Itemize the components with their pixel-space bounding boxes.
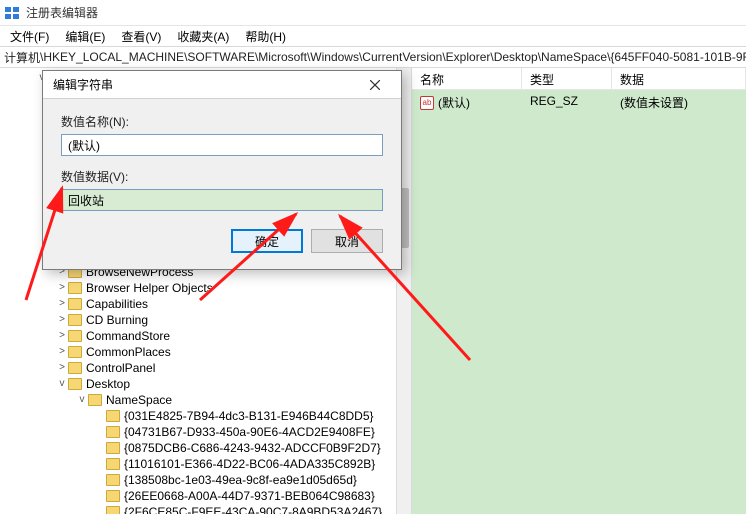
dialog-titlebar[interactable]: 编辑字符串 xyxy=(43,71,401,99)
app-icon xyxy=(4,5,20,21)
name-input[interactable] xyxy=(61,134,383,156)
value-name: (默认) xyxy=(438,94,470,111)
menu-edit[interactable]: 编辑(E) xyxy=(59,26,111,47)
twisty-icon[interactable]: > xyxy=(56,344,68,360)
tree-item[interactable]: v NameSpace xyxy=(0,392,396,408)
folder-icon xyxy=(88,394,102,406)
tree-item-label: {04731B67-D933-450a-90E6-4ACD2E9408FE} xyxy=(124,424,375,440)
cell-name: ab (默认) xyxy=(412,92,522,113)
col-name-header[interactable]: 名称 xyxy=(412,68,522,89)
tree-item[interactable]: > CD Burning xyxy=(0,312,396,328)
ok-button[interactable]: 确定 xyxy=(231,229,303,253)
tree-item-label: {11016101-E366-4D22-BC06-4ADA335C892B} xyxy=(124,456,375,472)
folder-icon xyxy=(106,490,120,502)
cancel-button[interactable]: 取消 xyxy=(311,229,383,253)
tree-item[interactable]: > ControlPanel xyxy=(0,360,396,376)
address-path: \HKEY_LOCAL_MACHINE\SOFTWARE\Microsoft\W… xyxy=(40,50,746,64)
twisty-icon[interactable]: > xyxy=(56,328,68,344)
tree-item[interactable]: {26EE0668-A00A-44D7-9371-BEB064C98683} xyxy=(0,488,396,504)
twisty-icon[interactable]: > xyxy=(56,280,68,296)
folder-icon xyxy=(106,506,120,514)
window-title: 注册表编辑器 xyxy=(26,4,98,21)
tree-item-label: {26EE0668-A00A-44D7-9371-BEB064C98683} xyxy=(124,488,375,504)
tree-item-label: Browser Helper Objects xyxy=(86,280,213,296)
data-input[interactable] xyxy=(61,189,383,211)
tree-item[interactable]: {0875DCB6-C686-4243-9432-ADCCF0B9F2D7} xyxy=(0,440,396,456)
cell-data: (数值未设置) xyxy=(612,92,746,113)
twisty-icon[interactable]: > xyxy=(56,296,68,312)
folder-icon xyxy=(106,442,120,454)
folder-icon xyxy=(68,330,82,342)
dialog-body: 数值名称(N): 数值数据(V): 确定 取消 xyxy=(43,99,401,269)
reg-string-icon: ab xyxy=(420,96,434,110)
tree-item[interactable]: > CommandStore xyxy=(0,328,396,344)
tree-item-label: NameSpace xyxy=(106,392,172,408)
tree-item[interactable]: > Capabilities xyxy=(0,296,396,312)
cell-type: REG_SZ xyxy=(522,92,612,113)
tree-item[interactable]: > Browser Helper Objects xyxy=(0,280,396,296)
tree-item[interactable]: > CommonPlaces xyxy=(0,344,396,360)
edit-string-dialog: 编辑字符串 数值名称(N): 数值数据(V): 确定 取消 xyxy=(42,70,402,270)
data-pane: 名称 类型 数据 ab (默认) REG_SZ (数值未设置) xyxy=(411,68,746,514)
address-label: 计算机 xyxy=(4,49,40,66)
tree-item-label: {2F6CE85C-F9EE-43CA-90C7-8A9BD53A2467} xyxy=(124,504,382,514)
folder-icon xyxy=(68,282,82,294)
tree-item[interactable]: {11016101-E366-4D22-BC06-4ADA335C892B} xyxy=(0,456,396,472)
data-header: 名称 类型 数据 xyxy=(412,68,746,90)
col-data-header[interactable]: 数据 xyxy=(612,68,746,89)
dialog-title-text: 编辑字符串 xyxy=(53,76,113,93)
folder-icon xyxy=(106,410,120,422)
folder-icon xyxy=(68,378,82,390)
tree-item[interactable]: {04731B67-D933-450a-90E6-4ACD2E9408FE} xyxy=(0,424,396,440)
folder-icon xyxy=(68,314,82,326)
folder-icon xyxy=(68,346,82,358)
tree-item-label: CD Burning xyxy=(86,312,148,328)
data-label: 数值数据(V): xyxy=(61,168,383,185)
menu-view[interactable]: 查看(V) xyxy=(115,26,167,47)
tree-item[interactable]: v Desktop xyxy=(0,376,396,392)
twisty-icon[interactable]: > xyxy=(56,312,68,328)
twisty-icon[interactable]: v xyxy=(76,392,88,408)
tree-item-label: {031E4825-7B94-4dc3-B131-E946B44C8DD5} xyxy=(124,408,374,424)
menubar: 文件(F) 编辑(E) 查看(V) 收藏夹(A) 帮助(H) xyxy=(0,26,746,46)
dialog-buttons: 确定 取消 xyxy=(61,229,383,253)
dialog-close-button[interactable] xyxy=(355,74,395,96)
name-label: 数值名称(N): xyxy=(61,113,383,130)
menu-help[interactable]: 帮助(H) xyxy=(239,26,292,47)
menu-fav[interactable]: 收藏夹(A) xyxy=(171,26,235,47)
menu-file[interactable]: 文件(F) xyxy=(4,26,55,47)
folder-icon xyxy=(106,458,120,470)
tree-item-label: ControlPanel xyxy=(86,360,155,376)
folder-icon xyxy=(106,426,120,438)
tree-item[interactable]: {031E4825-7B94-4dc3-B131-E946B44C8DD5} xyxy=(0,408,396,424)
titlebar: 注册表编辑器 xyxy=(0,0,746,26)
tree-item-label: {0875DCB6-C686-4243-9432-ADCCF0B9F2D7} xyxy=(124,440,381,456)
tree-item[interactable]: {138508bc-1e03-49ea-9c8f-ea9e1d05d65d} xyxy=(0,472,396,488)
tree-item-label: CommandStore xyxy=(86,328,170,344)
data-row[interactable]: ab (默认) REG_SZ (数值未设置) xyxy=(412,90,746,115)
tree-item-label: Desktop xyxy=(86,376,130,392)
tree-item-label: Capabilities xyxy=(86,296,148,312)
tree-item-label: {138508bc-1e03-49ea-9c8f-ea9e1d05d65d} xyxy=(124,472,357,488)
folder-icon xyxy=(68,362,82,374)
col-type-header[interactable]: 类型 xyxy=(522,68,612,89)
folder-icon xyxy=(106,474,120,486)
twisty-icon[interactable]: > xyxy=(56,360,68,376)
twisty-icon[interactable]: v xyxy=(56,376,68,392)
folder-icon xyxy=(68,298,82,310)
close-icon xyxy=(370,80,380,90)
tree-item-label: CommonPlaces xyxy=(86,344,171,360)
address-bar[interactable]: 计算机\HKEY_LOCAL_MACHINE\SOFTWARE\Microsof… xyxy=(0,46,746,68)
tree-item[interactable]: {2F6CE85C-F9EE-43CA-90C7-8A9BD53A2467} xyxy=(0,504,396,514)
